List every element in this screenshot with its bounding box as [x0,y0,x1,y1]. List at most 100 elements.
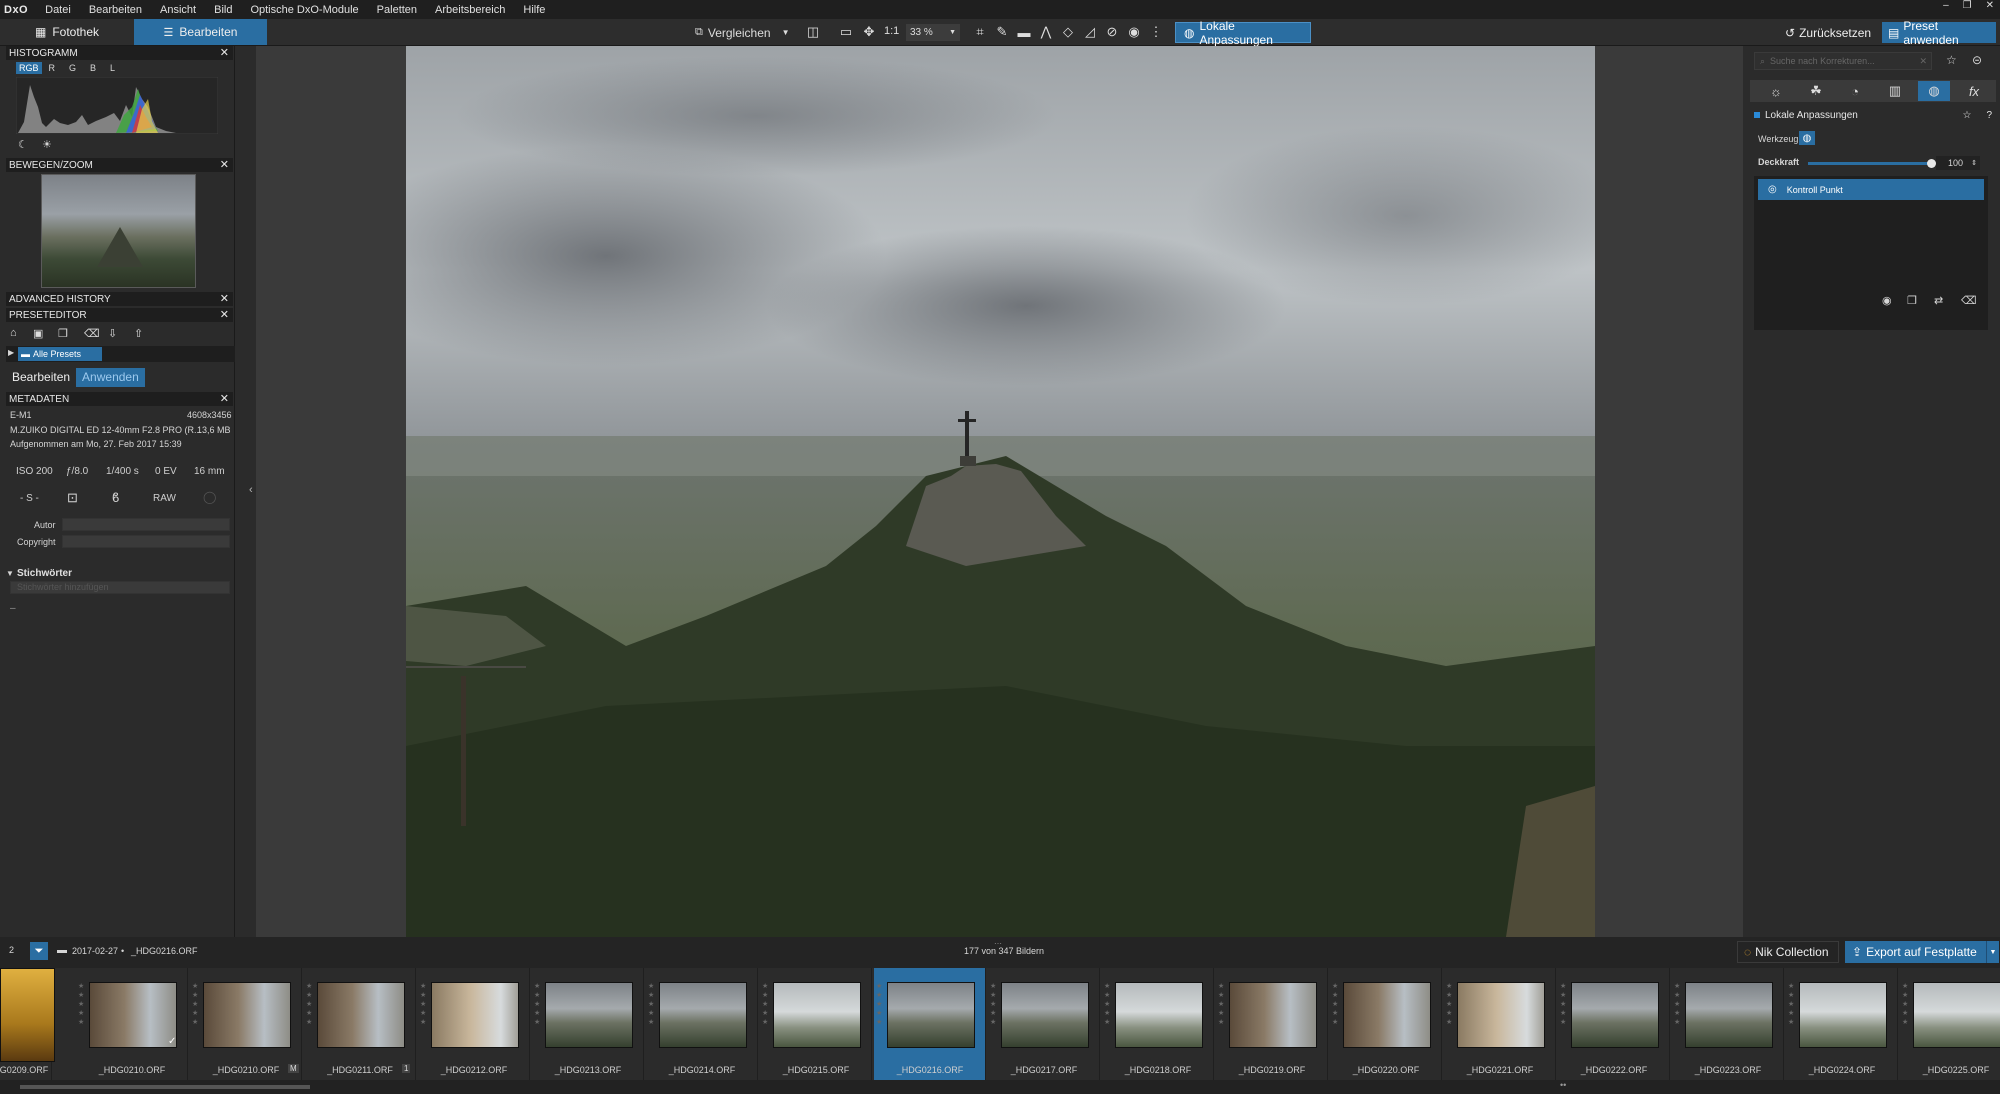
shadow-clip-icon[interactable]: ☾ [18,138,28,151]
minimize-icon[interactable]: ‒ [1943,0,1949,11]
scroll-grip-icon[interactable]: •• [1560,1080,1566,1090]
eyedropper-icon[interactable]: ✎ [994,24,1010,40]
rating-stars-icon[interactable]: ★ ★ ★ ★ ★ [1446,982,1454,1027]
filmstrip-thumb[interactable]: ★ ★ ★ ★ ★ _HDG0220.ORF [1330,968,1442,1080]
light-tab-icon[interactable]: ☼ [1760,81,1792,101]
channel-g[interactable]: G [62,62,83,74]
keywords-input[interactable]: Stichwörter hinzufügen [10,581,230,594]
menu-item-optische-module[interactable]: Optische DxO-Module [241,4,367,16]
path-date[interactable]: 2017-02-27 [72,946,118,956]
opacity-slider[interactable] [1808,159,1936,168]
metadata-header[interactable]: METADATEN ✕ [6,392,233,406]
tab-bearbeiten[interactable]: ☰ Bearbeiten [134,19,267,45]
detail-tab-icon[interactable]: ◔ [1839,81,1871,101]
filmstrip-thumb[interactable]: ★ ★ ★ ★ ★ _HDG0225.ORF [1900,968,2000,1080]
opacity-value-field[interactable]: 100 ⇕ [1936,156,1980,170]
copyright-field[interactable] [62,535,230,548]
rating-stars-icon[interactable]: ★ ★ ★ ★ ★ [1674,982,1682,1027]
close-icon[interactable]: ✕ [220,392,229,405]
rating-stars-icon[interactable]: ★ ★ ★ ★ ★ [762,982,770,1027]
highlight-clip-icon[interactable]: ☀ [42,138,52,151]
star-icon[interactable]: ☆ [1962,110,1971,121]
color-tab-icon[interactable]: ☘ [1800,81,1832,101]
trash-icon[interactable]: ⌫ [1961,294,1977,307]
apply-preset-button[interactable]: ▤ Preset anwenden [1882,19,1996,47]
menu-item-ansicht[interactable]: Ansicht [151,4,205,16]
filmstrip-scrollbar[interactable]: •• [0,1080,2000,1094]
collapse-icon[interactable]: ▼ [6,569,14,578]
export-dropdown-icon[interactable]: ▼ [1986,941,1999,963]
new-preset-icon[interactable]: ⌂ [10,327,24,341]
channel-b[interactable]: B [83,62,103,74]
geometry-tab-icon[interactable]: ▥ [1879,81,1911,101]
filmstrip-thumb[interactable]: ★ ★ ★ ★ ★ _HDG0210.ORF ✓ [76,968,188,1080]
path-file[interactable]: _HDG0216.ORF [131,946,198,956]
author-field[interactable] [62,518,230,531]
control-point-list-item[interactable]: ◎ Kontroll Punkt [1758,179,1984,200]
preset-editor-header[interactable]: PRESETEDITOR ✕ [6,308,233,322]
rating-stars-icon[interactable]: ★ ★ ★ ★ ★ [1902,982,1910,1027]
zoom-select[interactable]: 33 % ▼ [906,24,960,41]
close-icon[interactable]: ✕ [220,158,229,171]
move-tool-icon[interactable]: ✥ [861,24,877,40]
filmstrip-thumb[interactable]: ★ ★ ★ ★ ★ _HDG0219.ORF [1216,968,1328,1080]
filmstrip-thumb[interactable]: ★ ★ ★ ★ ★ _HDG0223.ORF [1672,968,1784,1080]
maximize-icon[interactable]: ❐ [1963,0,1972,11]
rating-stars-icon[interactable]: ★ ★ ★ ★ ★ [1104,982,1112,1027]
menu-item-datei[interactable]: Datei [36,4,80,16]
filmstrip-thumb[interactable]: ★ ★ ★ ★ ★ _HDG0218.ORF [1102,968,1214,1080]
menu-item-paletten[interactable]: Paletten [368,4,426,16]
filmstrip-scroll-thumb[interactable] [20,1085,310,1089]
export-button[interactable]: ⇪ Export auf Festplatte [1845,941,1986,963]
tab-fotothek[interactable]: ▦ Fotothek [0,19,134,45]
filmstrip-thumb[interactable]: ★ ★ ★ ★ ★ _HDG0221.ORF [1444,968,1556,1080]
tab-preset-edit[interactable]: Bearbeiten [6,368,76,387]
channel-l[interactable]: L [103,62,122,74]
filmstrip-thumb[interactable]: ★ ★ ★ ★ ★ _HDG0217.ORF [988,968,1100,1080]
move-zoom-header[interactable]: BEWEGEN/ZOOM ✕ [6,158,233,172]
control-point-tool-icon[interactable]: ◍ [1799,131,1815,145]
filmstrip-thumb[interactable]: ★ ★ ★ ★ ★ _HDG0216.ORF [874,968,986,1080]
grid-overlay-icon[interactable]: ⋮ [1148,24,1164,40]
rating-stars-icon[interactable]: ★ ★ ★ ★ ★ [306,982,314,1027]
rating-stars-icon[interactable]: ★ ★ ★ ★ ★ [78,982,86,1027]
navigator-preview[interactable] [41,174,196,288]
rating-stars-icon[interactable]: ★ ★ ★ ★ ★ [1788,982,1796,1027]
compare-button[interactable]: ⧉ Vergleichen ▼ [695,24,790,41]
rating-stars-icon[interactable]: ★ ★ ★ ★ ★ [420,982,428,1027]
export-preset-icon[interactable]: ⇧ [134,327,148,341]
filmstrip-thumb[interactable]: ★ ★ ★ ★ ★ _HDG0214.ORF [646,968,758,1080]
histogram-header[interactable]: HISTOGRAMM ✕ [6,46,233,60]
rating-stars-icon[interactable]: ★ ★ ★ ★ ★ [1560,982,1568,1027]
main-photo[interactable] [406,46,1595,937]
menu-item-bild[interactable]: Bild [205,4,241,16]
duplicate-preset-icon[interactable]: ❐ [58,327,72,341]
close-icon[interactable]: ✕ [220,292,229,305]
rating-stars-icon[interactable]: ★ ★ ★ ★ ★ [1218,982,1226,1027]
effects-tab-icon[interactable]: fx [1958,81,1990,101]
menu-item-hilfe[interactable]: Hilfe [514,4,554,16]
rating-stars-icon[interactable]: ★ ★ ★ ★ ★ [876,982,884,1027]
perspective-8pt-icon[interactable]: ◿ [1082,24,1098,40]
channel-r[interactable]: R [42,62,63,74]
rating-stars-icon[interactable]: ★ ★ ★ ★ ★ [1332,982,1340,1027]
filmstrip-thumb[interactable]: ★ ★ ★ ★ ★ _HDG0212.ORF [418,968,530,1080]
reset-button[interactable]: ↺ Zurücksetzen [1779,22,1875,43]
stepper-icon[interactable]: ⇕ [1971,159,1977,167]
duplicate-icon[interactable]: ❐ [1907,294,1917,307]
close-icon[interactable]: ✕ [1986,0,1994,11]
filmstrip-thumb[interactable]: ★ ★ ★ ★ ★ _HDG0213.ORF [532,968,644,1080]
expand-icon[interactable]: ▶ [8,348,14,357]
collapse-left-icon[interactable]: ‹ [249,484,253,496]
menu-item-bearbeiten[interactable]: Bearbeiten [80,4,151,16]
filmstrip-thumb[interactable]: _HDG0209.ORF [0,968,55,1080]
all-presets-item[interactable]: ▬ Alle Presets [18,347,102,361]
opacity-slider-handle[interactable] [1927,159,1936,168]
filmstrip-thumb[interactable]: ★ ★ ★ ★ ★ _HDG0215.ORF [760,968,872,1080]
channel-rgb[interactable]: RGB [16,62,42,74]
filter-icon[interactable]: ⏷ [30,942,48,960]
close-icon[interactable]: ✕ [220,46,229,59]
toggle-view-icon[interactable]: ⊝ [1972,53,1982,67]
perspective-rect-icon[interactable]: ◇ [1060,24,1076,40]
filmstrip-thumb[interactable]: ★ ★ ★ ★ ★ _HDG0224.ORF [1786,968,1898,1080]
